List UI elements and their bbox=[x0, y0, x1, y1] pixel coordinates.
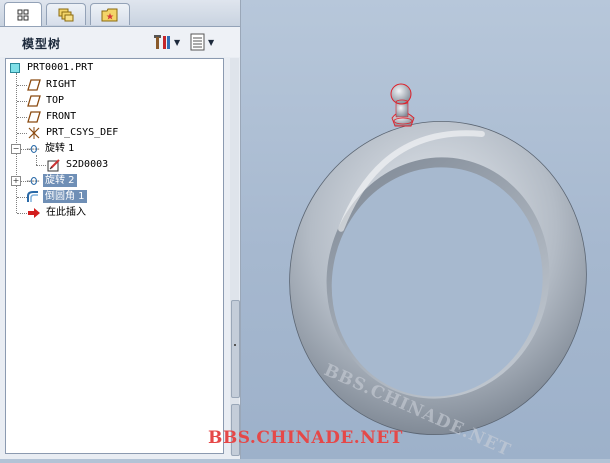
expand-toggle[interactable]: + bbox=[11, 176, 21, 186]
navigator-tabs bbox=[0, 0, 240, 27]
collapse-toggle[interactable]: − bbox=[11, 144, 21, 154]
sash-grip bbox=[234, 344, 236, 346]
watermark-text: BBS.CHINADE.NET bbox=[208, 428, 403, 448]
tree-item-label: 旋转 2 bbox=[43, 174, 77, 187]
tree-item-label: PRT_CSYS_DEF bbox=[46, 127, 119, 138]
tree-item-revolve-2[interactable]: 旋转 2 bbox=[26, 173, 77, 188]
dropdown-arrow-icon: ▼ bbox=[208, 37, 215, 47]
panel-sash[interactable] bbox=[231, 300, 240, 398]
tree-item-label: TOP bbox=[46, 95, 65, 106]
layers-tab[interactable] bbox=[46, 3, 86, 25]
tree-item-label: FRONT bbox=[46, 111, 77, 122]
folder-star-icon bbox=[101, 8, 118, 21]
insert-here-arrow-icon bbox=[27, 206, 41, 220]
list-view-icon bbox=[190, 33, 205, 51]
tree-root-label: PRT0001.PRT bbox=[27, 62, 94, 73]
datum-plane-icon bbox=[27, 94, 41, 108]
tree-item-label: 在此插入 bbox=[46, 207, 86, 218]
model-tree-tab[interactable] bbox=[4, 2, 42, 26]
round-icon bbox=[26, 190, 40, 204]
ball-feature[interactable] bbox=[390, 83, 415, 127]
tree-title: 模型树 bbox=[22, 37, 62, 51]
show-button[interactable]: ▼ bbox=[190, 32, 214, 52]
datum-plane-icon bbox=[27, 78, 41, 92]
tree-item-label: RIGHT bbox=[46, 79, 77, 90]
tree-item-sketch[interactable]: S2D0003 bbox=[47, 157, 110, 172]
model-tree-panel: 模型树 ▼ ▼ PRT0001.PRT RIGHT TOP FRONT PRT_… bbox=[0, 0, 241, 459]
tree-header: 模型树 ▼ ▼ bbox=[0, 27, 240, 57]
model-tree-icon bbox=[17, 9, 29, 20]
graphics-window[interactable]: BBS.CHINADE.NET bbox=[241, 0, 610, 461]
tree-item-csys[interactable]: PRT_CSYS_DEF bbox=[27, 125, 120, 140]
tree-item-revolve-1[interactable]: 旋转 1 bbox=[26, 141, 77, 156]
layers-icon bbox=[58, 8, 74, 21]
tree-item-label: 倒圆角 1 bbox=[43, 190, 87, 203]
revolve-icon bbox=[26, 142, 40, 156]
tree-item-label: 旋转 1 bbox=[45, 143, 75, 154]
favorites-tab[interactable] bbox=[90, 3, 130, 25]
ring-model[interactable]: BBS.CHINADE.NET bbox=[241, 0, 610, 461]
tree-root[interactable]: PRT0001.PRT bbox=[8, 60, 95, 75]
tree-item-round-1[interactable]: 倒圆角 1 bbox=[26, 189, 87, 204]
dropdown-arrow-icon: ▼ bbox=[174, 37, 181, 47]
datum-plane-icon bbox=[27, 110, 41, 124]
sketch-icon bbox=[47, 158, 61, 172]
settings-button[interactable]: ▼ bbox=[152, 32, 180, 52]
tree-item-insert-here[interactable]: 在此插入 bbox=[27, 205, 88, 220]
revolve-icon bbox=[26, 174, 40, 188]
tree-item-front[interactable]: FRONT bbox=[27, 109, 78, 124]
tools-icon bbox=[154, 35, 170, 49]
tree-item-right[interactable]: RIGHT bbox=[27, 77, 78, 92]
tree-item-label: S2D0003 bbox=[66, 159, 109, 170]
model-tree: PRT0001.PRT RIGHT TOP FRONT PRT_CSYS_DEF… bbox=[5, 58, 224, 454]
part-icon bbox=[8, 61, 22, 75]
coordinate-system-icon bbox=[27, 126, 41, 140]
tree-item-top[interactable]: TOP bbox=[27, 93, 66, 108]
